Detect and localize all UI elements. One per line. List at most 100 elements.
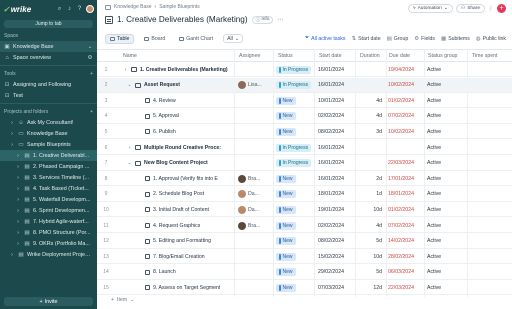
status-group-cell[interactable]: Active [427, 78, 467, 93]
time-spent-cell[interactable] [471, 218, 509, 233]
status-cell[interactable]: In Progress [276, 62, 314, 77]
sidebar-item-tool[interactable]: ⊡ Assigning and Following [0, 79, 97, 90]
due-date-cell[interactable]: 28/02/2024 [388, 249, 424, 264]
space-selector[interactable]: ▣ Knowledge Base ⌄ [0, 41, 97, 52]
assignee-cell[interactable] [238, 62, 272, 77]
duration-cell[interactable] [356, 140, 382, 155]
due-date-cell[interactable]: 10/02/2024 [388, 78, 424, 93]
task-name[interactable]: 6. Publish [153, 129, 176, 135]
task-name[interactable]: 4. Review [153, 98, 176, 104]
tab-gantt-chart[interactable]: Gantt Chart [175, 34, 217, 44]
assignee-cell[interactable] [238, 280, 272, 295]
sidebar-project-item[interactable]: › ▤ 6. Sprint Developmen... [0, 205, 97, 216]
status-group-cell[interactable]: Active [427, 202, 467, 217]
start-date-cell[interactable]: 02/02/2024 [318, 218, 355, 233]
subitems-button[interactable]: ▦ Subitems [441, 36, 470, 42]
sidebar-project-item[interactable]: › ▤ 2. Phased Campaign ... [0, 161, 97, 172]
task-name-cell[interactable]: 6. Publish [137, 124, 233, 139]
task-name[interactable]: 9. Assess on Target Segment [153, 285, 220, 291]
start-date-cell[interactable]: 10/01/2024 [318, 93, 355, 108]
add-project-icon[interactable]: + [90, 109, 93, 115]
chevron-right-icon[interactable]: › [15, 208, 21, 214]
chevron-right-icon[interactable]: › [9, 142, 15, 148]
chevron-right-icon[interactable]: › [15, 164, 21, 170]
start-date-cell[interactable]: 16/01/2024 [318, 140, 355, 155]
tab-board[interactable]: Board [140, 34, 169, 44]
add-tool-icon[interactable]: + [90, 71, 93, 77]
time-spent-cell[interactable] [471, 265, 509, 280]
column-header-time-spent[interactable]: Time spent [470, 50, 510, 62]
chevron-right-icon[interactable]: › [9, 131, 15, 137]
assignee-cell[interactable]: Da... [238, 187, 272, 202]
duration-cell[interactable]: 1d [356, 187, 382, 202]
status-badge[interactable]: New [276, 221, 296, 230]
assignee-cell[interactable]: Bra... [238, 218, 272, 233]
table-row[interactable]: 4 5. Approval New 02/02/2024 4d 07/02/2024 Act… [97, 109, 512, 124]
duration-cell[interactable]: 5d [356, 265, 382, 280]
sidebar-project-item[interactable]: › ☺ Ask My Consultant! [0, 117, 97, 128]
due-date-cell[interactable]: 01/02/2024 [388, 93, 424, 108]
due-date-cell[interactable]: 10/02/2024 [388, 124, 424, 139]
duration-cell[interactable]: 4d [356, 109, 382, 124]
task-name-cell[interactable]: ⌄ Asset Request [127, 78, 233, 93]
task-name[interactable]: 2. Schedule Blog Post [153, 191, 204, 197]
task-name-cell[interactable]: 1. Approval (Verify fits into E [137, 171, 233, 186]
duration-cell[interactable] [356, 78, 382, 93]
chevron-right-icon[interactable]: › [15, 175, 21, 181]
page-title[interactable]: 1. Creative Deliverables (Marketing) [117, 15, 248, 24]
start-date-cell[interactable]: 16/01/2024 [318, 156, 355, 171]
due-date-cell[interactable]: 19/04/2024 [388, 62, 424, 77]
status-group-cell[interactable]: Active [427, 171, 467, 186]
status-cell[interactable]: New [276, 171, 314, 186]
status-badge[interactable]: In Progress [276, 81, 312, 90]
start-date-cell[interactable]: 16/01/2024 [318, 171, 355, 186]
due-date-cell[interactable] [388, 140, 424, 155]
status-badge[interactable]: New [276, 237, 296, 246]
sidebar-project-item[interactable]: › ▤ 1. Creative Deliverabl... [0, 150, 97, 161]
status-group-cell[interactable]: Active [427, 187, 467, 202]
due-date-cell[interactable]: 22/03/2024 [388, 280, 424, 295]
assignee-cell[interactable] [238, 234, 272, 249]
invite-button[interactable]: + Invite [4, 297, 93, 306]
assignee-cell[interactable] [238, 93, 272, 108]
due-date-cell[interactable]: 17/01/2024 [388, 171, 424, 186]
status-cell[interactable]: New [276, 249, 314, 264]
search-icon[interactable]: ⌕ [56, 6, 63, 13]
start-date-cell[interactable]: 07/03/2024 [318, 280, 355, 295]
duration-cell[interactable] [356, 62, 382, 77]
status-group-cell[interactable]: Active [427, 280, 467, 295]
time-spent-cell[interactable] [471, 93, 509, 108]
status-group-cell[interactable]: Active [427, 93, 467, 108]
time-spent-cell[interactable] [471, 249, 509, 264]
start-date-cell[interactable]: 16/01/2024 [318, 78, 355, 93]
sidebar-project-item[interactable]: › ▤ 4. Task Based (Ticket... [0, 183, 97, 194]
sidebar-project-item[interactable]: › ▤ Wrike Deployment Project... [0, 249, 97, 260]
status-cell[interactable]: New [276, 109, 314, 124]
assignee-cell[interactable] [238, 156, 272, 171]
status-cell[interactable]: New [276, 280, 314, 295]
start-date-cell[interactable]: 08/02/2024 [318, 234, 355, 249]
time-spent-cell[interactable] [471, 62, 509, 77]
status-cell[interactable]: New [276, 187, 314, 202]
public-link-button[interactable]: ◍ Public link [476, 36, 506, 42]
task-name[interactable]: 5. Approval [153, 113, 179, 119]
chevron-down-icon[interactable]: ⌄ [127, 82, 132, 88]
task-name-cell[interactable]: 9. Assess on Target Segment [137, 280, 233, 295]
status-group-cell[interactable]: Active [427, 140, 467, 155]
chevron-right-icon[interactable]: › [9, 252, 15, 258]
column-header-status-group[interactable]: Status group [426, 50, 466, 62]
chevron-right-icon[interactable]: › [123, 67, 128, 73]
status-group-cell[interactable]: Active [427, 249, 467, 264]
table-row[interactable]: 2 ⌄ Asset Request Lisa... In Progress 16/01/2… [97, 77, 512, 93]
table-row[interactable]: 14 8. Launch New 29/02/2024 5d 06/03/2024 Acti… [97, 265, 512, 280]
duration-cell[interactable]: 10d [356, 249, 382, 264]
time-spent-cell[interactable] [471, 280, 509, 295]
task-name[interactable]: Multiple Round Creative Proce: [144, 145, 221, 151]
table-row[interactable]: 3 4. Review New 10/01/2024 4d 01/02/2024 Activ… [97, 93, 512, 109]
task-name-cell[interactable]: › Multiple Round Creative Proce: [127, 140, 233, 155]
status-badge[interactable]: In Progress [276, 143, 312, 152]
status-cell[interactable]: In Progress [276, 156, 314, 171]
table-row[interactable]: 7 ⌄ New Blog Content Project In Progress 16/… [97, 156, 512, 171]
task-name[interactable]: 4. Request Graphics [153, 223, 200, 229]
duration-cell[interactable]: 12d [356, 280, 382, 295]
